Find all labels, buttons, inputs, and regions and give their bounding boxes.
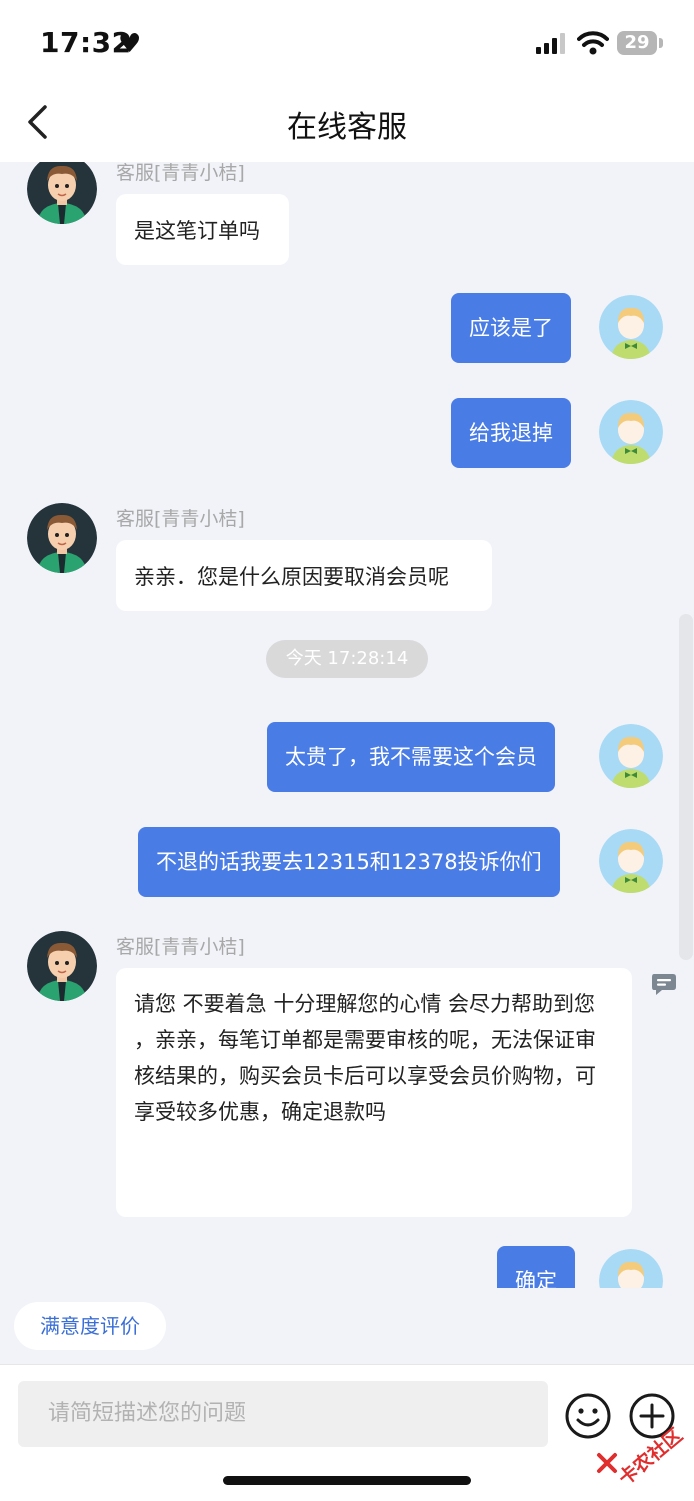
user-avatar xyxy=(599,1249,663,1288)
agent-message: 亲亲．您是什么原因要取消会员呢 xyxy=(116,540,492,611)
user-avatar xyxy=(599,295,663,359)
agent-name: 客服[青青小桔] xyxy=(116,162,245,184)
page-title: 在线客服 xyxy=(287,110,407,145)
user-message: 确定 xyxy=(497,1246,575,1288)
status-bar: 17:32 ♥ 29 xyxy=(0,0,694,88)
user-avatar xyxy=(599,400,663,464)
chat-area[interactable]: 客服[青青小桔] 是这笔订单吗 应该是了 给我退掉 客服[青青小桔] 亲亲．您是… xyxy=(0,162,694,1288)
heart-icon: ♥ xyxy=(118,29,142,59)
agent-avatar xyxy=(27,162,97,224)
agent-name: 客服[青青小桔] xyxy=(116,508,245,530)
agent-message: 请您 不要着急 十分理解您的心情 会尽力帮助到您 ，亲亲，每笔订单都是需要审核的… xyxy=(116,968,632,1217)
agent-avatar xyxy=(27,931,97,1001)
wifi-icon xyxy=(577,31,609,55)
user-message: 太贵了，我不需要这个会员 xyxy=(267,722,555,792)
emoji-icon[interactable] xyxy=(564,1392,612,1440)
user-avatar xyxy=(599,829,663,893)
home-indicator xyxy=(223,1476,471,1485)
chat-bubble-icon[interactable] xyxy=(651,972,679,998)
user-avatar xyxy=(599,724,663,788)
user-message: 应该是了 xyxy=(451,293,571,363)
timestamp-chip: 今天 17:28:14 xyxy=(266,640,428,678)
user-message: 不退的话我要去12315和12378投诉你们 xyxy=(138,827,560,897)
agent-message: 是这笔订单吗 xyxy=(116,194,289,265)
signal-icon xyxy=(536,33,565,54)
user-message: 给我退掉 xyxy=(451,398,571,468)
battery-cap xyxy=(659,38,663,48)
message-input[interactable]: 请简短描述您的问题 xyxy=(18,1381,548,1447)
chevron-left-icon[interactable] xyxy=(24,102,54,142)
battery-icon: 29 xyxy=(617,31,657,55)
scrollbar[interactable] xyxy=(679,614,693,960)
satisfaction-rating-button[interactable]: 满意度评价 xyxy=(14,1302,166,1350)
agent-name: 客服[青青小桔] xyxy=(116,936,245,958)
agent-avatar xyxy=(27,503,97,573)
nav-bar: 在线客服 xyxy=(0,88,694,162)
